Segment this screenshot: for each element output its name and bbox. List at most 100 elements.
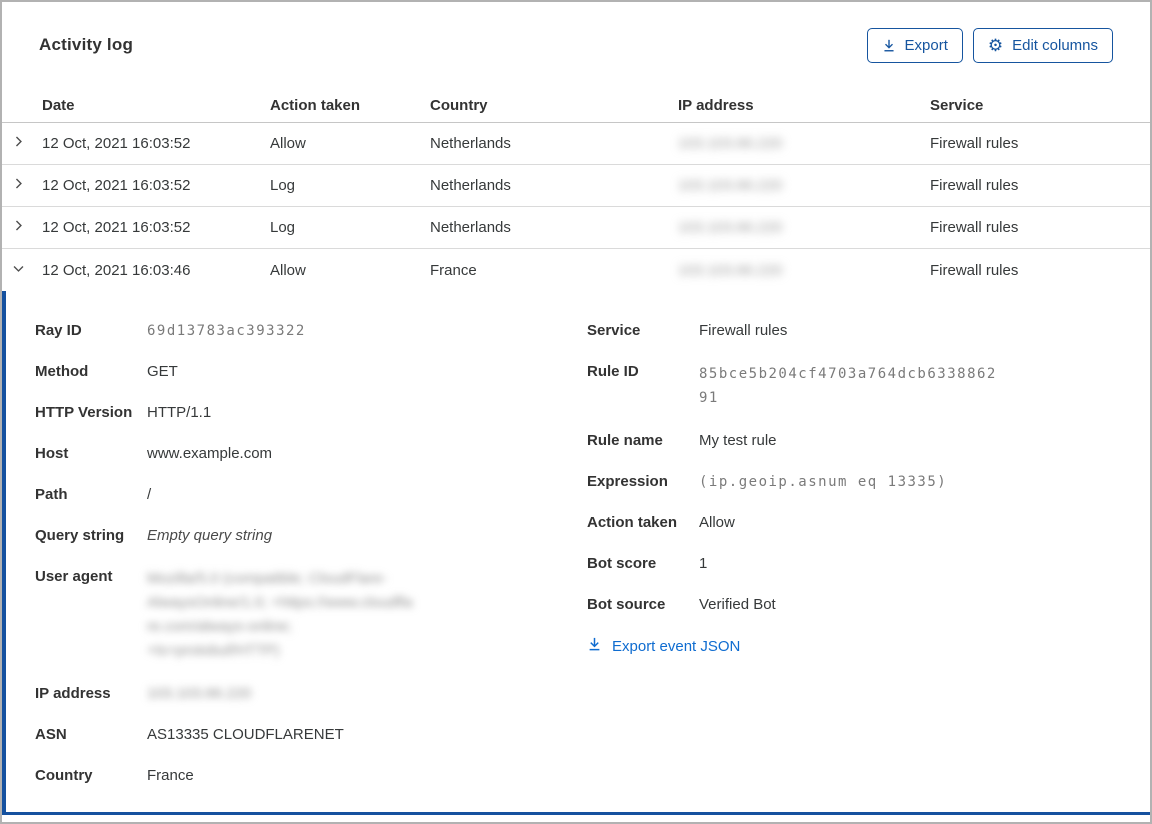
cell-date: 12 Oct, 2021 16:03:46 (42, 261, 191, 279)
detail-label: Expression (587, 473, 668, 490)
export-event-json-link[interactable]: Export event JSON (587, 636, 997, 656)
export-button-label: Export (904, 36, 948, 54)
detail-value: 69d13783ac393322 (147, 323, 306, 339)
chevron-right-icon[interactable] (12, 177, 25, 194)
table-row[interactable]: 12 Oct, 2021 16:03:52 Log Netherlands 10… (2, 165, 1150, 207)
toolbar-buttons: Export ⚙︎ Edit columns (866, 27, 1113, 63)
detail-label: IP address (35, 685, 111, 702)
export-button[interactable]: Export (866, 27, 963, 63)
cell-service: Firewall rules (930, 177, 1019, 194)
detail-label: Bot source (587, 596, 666, 613)
detail-label: Service (587, 322, 641, 339)
cell-action-taken: Allow (270, 135, 306, 152)
cell-country: France (430, 261, 477, 279)
detail-row: Host www.example.com (35, 444, 587, 464)
table-row[interactable]: 12 Oct, 2021 16:03:52 Allow Netherlands … (2, 123, 1150, 165)
download-icon (587, 636, 602, 656)
cell-service: Firewall rules (930, 135, 1019, 152)
table-row[interactable]: 12 Oct, 2021 16:03:46 Allow France 103.1… (2, 249, 1150, 291)
edit-columns-button-label: Edit columns (1012, 36, 1098, 54)
cell-country: Netherlands (430, 177, 511, 194)
detail-row: Country France (35, 766, 587, 786)
detail-label: Host (35, 445, 69, 462)
cell-ip-address: 103.103.66.220 (678, 177, 783, 194)
detail-row: Method GET (35, 362, 587, 382)
page-title: Activity log (39, 35, 134, 54)
chevron-down-icon[interactable] (12, 262, 25, 279)
activity-log-panel: Activity log Export ⚙︎ Edit columns Date… (0, 0, 1152, 824)
chevron-right-icon[interactable] (12, 219, 25, 236)
detail-value: Mozilla/5.0 (compatible; CloudFlare- Alw… (147, 570, 413, 659)
detail-label: Rule name (587, 432, 663, 449)
detail-label: Bot score (587, 555, 657, 572)
detail-label: User agent (35, 568, 113, 585)
detail-value: 1 (699, 555, 708, 572)
cell-date: 12 Oct, 2021 16:03:52 (42, 219, 191, 236)
detail-value: 103.103.66.220 (147, 685, 252, 702)
detail-value: AS13335 CLOUDFLARENET (147, 726, 344, 743)
detail-value: GET (147, 363, 178, 380)
download-icon (882, 38, 896, 53)
detail-row: Bot source Verified Bot (587, 595, 997, 615)
detail-label: Country (35, 767, 93, 784)
detail-label: Action taken (587, 514, 678, 531)
edit-columns-button[interactable]: ⚙︎ Edit columns (972, 27, 1113, 63)
detail-row: Action taken Allow (587, 513, 997, 533)
column-header-date: Date (42, 96, 75, 114)
detail-row: ASN AS13335 CLOUDFLARENET (35, 725, 587, 745)
detail-value: My test rule (699, 432, 777, 449)
cell-service: Firewall rules (930, 261, 1019, 279)
detail-label: Query string (35, 527, 125, 544)
cell-country: Netherlands (430, 219, 511, 236)
detail-value: (ip.geoip.asnum eq 13335) (699, 474, 948, 490)
export-event-json-label: Export event JSON (612, 637, 741, 655)
gear-icon: ⚙︎ (987, 35, 1004, 55)
table-header: Date Action taken Country IP address Ser… (2, 88, 1150, 123)
detail-row: Ray ID 69d13783ac393322 (35, 321, 587, 341)
table-body: 12 Oct, 2021 16:03:52 Allow Netherlands … (2, 123, 1150, 291)
detail-row: Expression (ip.geoip.asnum eq 13335) (587, 472, 997, 492)
table-row[interactable]: 12 Oct, 2021 16:03:52 Log Netherlands 10… (2, 207, 1150, 249)
detail-label: Path (35, 486, 68, 503)
cell-action-taken: Allow (270, 261, 306, 279)
detail-row: Rule ID 85bce5b204cf4703a764dcb6338862 9… (587, 362, 997, 410)
detail-value: / (147, 486, 152, 503)
detail-value: HTTP/1.1 (147, 404, 212, 421)
event-details-panel: Ray ID 69d13783ac393322 Method GET HTTP … (2, 291, 1150, 815)
column-header-service: Service (930, 96, 984, 114)
detail-value: 85bce5b204cf4703a764dcb6338862 91 (699, 366, 997, 406)
detail-row: Service Firewall rules (587, 321, 997, 341)
cell-country: Netherlands (430, 135, 511, 152)
topbar: Activity log Export ⚙︎ Edit columns (2, 2, 1150, 88)
cell-ip-address: 103.103.66.220 (678, 135, 783, 152)
detail-value: www.example.com (147, 445, 273, 462)
cell-service: Firewall rules (930, 219, 1019, 236)
cell-action-taken: Log (270, 177, 296, 194)
column-header-action-taken: Action taken (270, 96, 361, 114)
detail-row: HTTP Version HTTP/1.1 (35, 403, 587, 423)
detail-row: IP address 103.103.66.220 (35, 684, 587, 704)
cell-ip-address: 103.103.66.220 (678, 219, 783, 236)
detail-row: Path / (35, 485, 587, 505)
detail-value: Empty query string (147, 527, 273, 544)
detail-label: Ray ID (35, 322, 82, 339)
cell-action-taken: Log (270, 219, 296, 236)
detail-value: Firewall rules (699, 322, 788, 339)
chevron-right-icon[interactable] (12, 135, 25, 152)
detail-row: Rule name My test rule (587, 431, 997, 451)
column-header-country: Country (430, 96, 488, 114)
detail-row: User agent Mozilla/5.0 (compatible; Clou… (35, 567, 587, 663)
detail-label: Method (35, 363, 89, 380)
column-header-ip-address: IP address (678, 96, 754, 114)
detail-label: HTTP Version (35, 404, 133, 421)
detail-row: Bot score 1 (587, 554, 997, 574)
cell-date: 12 Oct, 2021 16:03:52 (42, 177, 191, 194)
detail-value: Allow (699, 514, 735, 531)
detail-value: France (147, 767, 194, 784)
detail-label: Rule ID (587, 363, 639, 380)
detail-label: ASN (35, 726, 67, 743)
detail-row: Query string Empty query string (35, 526, 587, 546)
event-details-left-column: Ray ID 69d13783ac393322 Method GET HTTP … (35, 321, 587, 812)
detail-value: Verified Bot (699, 596, 776, 613)
cell-ip-address: 103.103.66.220 (678, 261, 783, 279)
